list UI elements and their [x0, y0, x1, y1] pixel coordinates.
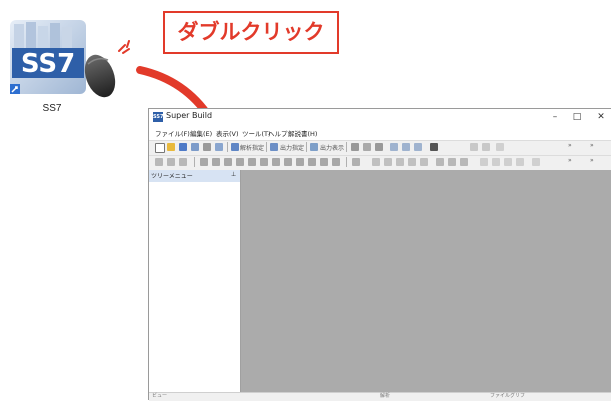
- menu-manual[interactable]: 解説書(H): [288, 128, 317, 138]
- draw-tool-icon[interactable]: [260, 158, 268, 166]
- toolbar-separator: [266, 142, 267, 152]
- open-folder-icon[interactable]: [167, 143, 175, 151]
- menu-tools[interactable]: ツール(T): [242, 128, 271, 138]
- draw-tool-icon[interactable]: [332, 158, 340, 166]
- redo-icon[interactable]: [482, 143, 490, 151]
- grid-icon[interactable]: [155, 158, 163, 166]
- export-icon[interactable]: [215, 143, 223, 151]
- toolbar-separator: [306, 142, 307, 152]
- option-icon[interactable]: [492, 158, 500, 166]
- draw-tool-icon[interactable]: [200, 158, 208, 166]
- tree-menu-panel[interactable]: [149, 170, 241, 400]
- close-button[interactable]: ✕: [592, 110, 610, 124]
- toolbar-separator: [346, 157, 347, 167]
- analysis-settings-icon[interactable]: [231, 143, 239, 151]
- draw-tool-icon[interactable]: [308, 158, 316, 166]
- maximize-button[interactable]: □: [568, 110, 586, 124]
- layout-icon[interactable]: [352, 158, 360, 166]
- pin-icon[interactable]: ⊥: [231, 171, 236, 178]
- option-icon[interactable]: [504, 158, 512, 166]
- ss7-app-icon[interactable]: SS7: [8, 18, 88, 98]
- option-icon[interactable]: [532, 158, 540, 166]
- member-icon[interactable]: [460, 158, 468, 166]
- status-view: ビュー: [152, 393, 168, 399]
- draw-tool-icon[interactable]: [272, 158, 280, 166]
- toolbar-overflow-icon[interactable]: »: [568, 142, 572, 149]
- menu-view[interactable]: 表示(V): [216, 128, 239, 138]
- print-icon[interactable]: [203, 143, 211, 151]
- draw-tool-icon[interactable]: [320, 158, 328, 166]
- minimize-button[interactable]: –: [546, 110, 564, 124]
- status-analysis: 解析: [380, 393, 391, 399]
- tool-icon[interactable]: [375, 143, 383, 151]
- callout-text: ダブルクリック: [177, 20, 325, 44]
- option-icon[interactable]: [480, 158, 488, 166]
- chart-icon[interactable]: [167, 158, 175, 166]
- output-settings-icon[interactable]: [270, 143, 278, 151]
- tool-icon[interactable]: [402, 143, 410, 151]
- title-bar[interactable]: [149, 109, 611, 127]
- table-icon[interactable]: [179, 158, 187, 166]
- output-display-label[interactable]: 出力表示: [320, 143, 344, 152]
- toolbar-separator: [227, 142, 228, 152]
- delete-icon[interactable]: [496, 143, 504, 151]
- svg-text:SS7: SS7: [21, 49, 75, 79]
- click-burst-icon: [118, 40, 130, 54]
- member-icon[interactable]: [436, 158, 444, 166]
- undo-icon[interactable]: [470, 143, 478, 151]
- tool-icon[interactable]: [390, 143, 398, 151]
- app-logo-icon: SS7: [153, 112, 164, 122]
- tree-menu-title: ツリーメニュー: [151, 173, 193, 180]
- toolbar-overflow-icon[interactable]: »: [590, 157, 594, 164]
- new-file-icon[interactable]: [155, 143, 165, 153]
- draw-tool-icon[interactable]: [236, 158, 244, 166]
- measure-icon[interactable]: [372, 158, 380, 166]
- menu-edit[interactable]: 編集(E): [190, 128, 212, 138]
- toolbar-separator: [194, 157, 195, 167]
- menu-help[interactable]: ヘルプ: [268, 128, 288, 138]
- window-title: Super Build: [166, 111, 213, 120]
- toolbar-overflow-icon[interactable]: »: [568, 157, 572, 164]
- output-settings-label[interactable]: 出力指定: [280, 143, 304, 152]
- tool-icon[interactable]: [351, 143, 359, 151]
- draw-tool-icon[interactable]: [296, 158, 304, 166]
- option-icon[interactable]: [516, 158, 524, 166]
- analysis-settings-label[interactable]: 解析指定: [240, 143, 264, 152]
- draw-tool-icon[interactable]: [224, 158, 232, 166]
- measure-icon[interactable]: [396, 158, 404, 166]
- menu-file[interactable]: ファイル(F): [155, 128, 190, 138]
- main-workspace[interactable]: [241, 170, 611, 392]
- ss7-icon-label: SS7: [42, 103, 62, 114]
- measure-icon[interactable]: [408, 158, 416, 166]
- draw-tool-icon[interactable]: [248, 158, 256, 166]
- draw-tool-icon[interactable]: [284, 158, 292, 166]
- save-as-icon[interactable]: [191, 143, 199, 151]
- toolbar-overflow-icon[interactable]: »: [590, 142, 594, 149]
- member-icon[interactable]: [448, 158, 456, 166]
- status-file: ファイルグリフ: [490, 393, 526, 399]
- measure-icon[interactable]: [384, 158, 392, 166]
- tool-icon[interactable]: [363, 143, 371, 151]
- draw-tool-icon[interactable]: [212, 158, 220, 166]
- save-icon[interactable]: [179, 143, 187, 151]
- measure-icon[interactable]: [420, 158, 428, 166]
- tool-icon[interactable]: [414, 143, 422, 151]
- monitor-icon[interactable]: [430, 143, 438, 151]
- toolbar-separator: [346, 142, 347, 152]
- output-display-icon[interactable]: [310, 143, 318, 151]
